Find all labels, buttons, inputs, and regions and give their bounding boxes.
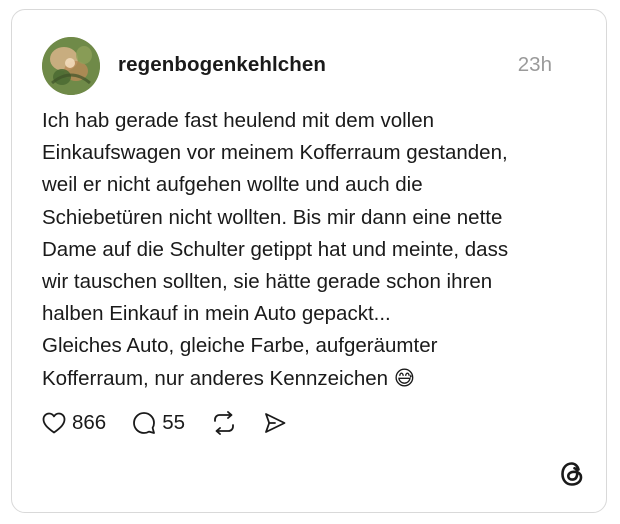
repost-button[interactable]: [211, 411, 237, 435]
avatar-image: [42, 37, 100, 95]
share-icon: [265, 413, 286, 433]
comment-icon: [133, 412, 156, 434]
heart-icon: [42, 412, 66, 434]
threads-logo-icon-svg: [561, 462, 583, 486]
like-button[interactable]: 866: [42, 411, 106, 435]
post-card: regenbogenkehlchen 23h Ich hab gerade fa…: [11, 9, 607, 513]
like-count: 866: [72, 411, 107, 434]
reply-button[interactable]: 55: [132, 411, 185, 435]
username[interactable]: regenbogenkehlchen: [118, 53, 326, 77]
threads-logo-icon[interactable]: [558, 460, 586, 488]
reply-count: 55: [162, 411, 186, 434]
avatar[interactable]: [42, 37, 100, 95]
post-timestamp: 23h: [517, 53, 552, 76]
repost-icon: [214, 411, 234, 435]
share-button[interactable]: [263, 411, 287, 435]
post-actions: 866 55: [42, 410, 313, 436]
post-body-text: Ich hab gerade fast heulend mit dem voll…: [42, 109, 509, 390]
